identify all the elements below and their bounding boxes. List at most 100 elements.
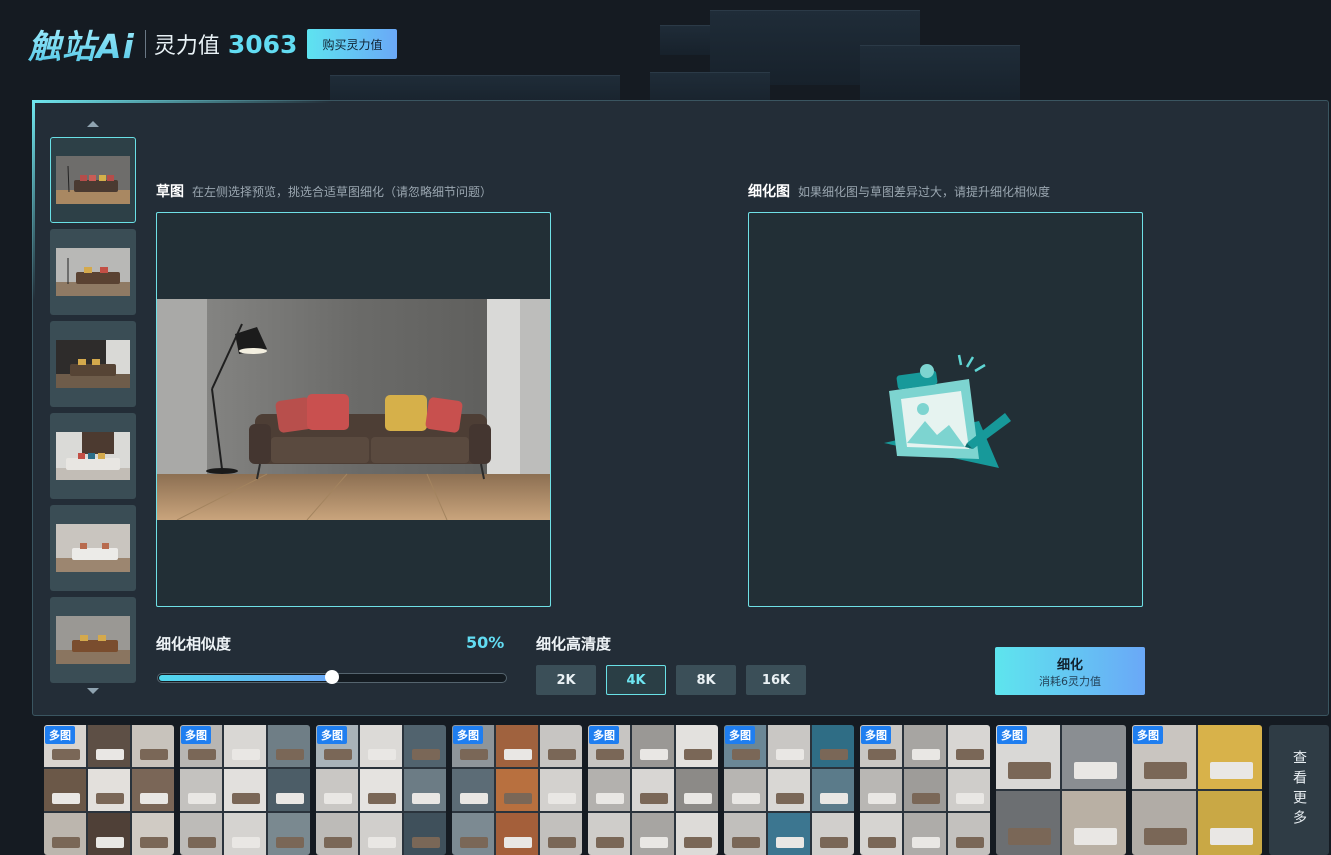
gallery-cell-image [540,769,582,811]
gallery-cell-image [180,813,222,855]
refine-button[interactable]: 细化 消耗6灵力值 [995,647,1145,695]
similarity-value: 50% [466,633,505,652]
similarity-slider[interactable] [157,670,507,684]
gallery-cell-image [676,769,718,811]
gallery-card[interactable]: 多图 [1132,725,1262,855]
gallery-cell-image [44,769,86,811]
gallery-card[interactable]: 多图 [316,725,446,855]
gallery-cell-image [88,725,130,767]
resolution-label: 细化高清度 [536,635,612,653]
gallery-cell-image [724,813,766,855]
gallery-cell-image [44,813,86,855]
sketch-thumbnail[interactable] [50,413,136,499]
gallery-cell-image [88,769,130,811]
similarity-slider-fill [159,675,333,681]
app-logo: 触站Ai [28,20,135,68]
gallery-card[interactable]: 多图 [180,725,310,855]
sketch-preview-frame [156,212,551,607]
gallery-cell-image [1132,791,1196,855]
sketch-title-row: 草图 在左侧选择预览，挑选合适草图细化（请忽略细节问题） [156,181,492,201]
gallery-cell-image [404,813,446,855]
gallery-cell-image [360,813,402,855]
resolution-option-16k[interactable]: 16K [746,665,806,695]
gallery-cell-image [540,813,582,855]
sofa-thumbnail-image [56,616,130,664]
gallery-cell-image [768,813,810,855]
gallery-cell-image [268,725,310,767]
gallery-cell-image [1198,791,1262,855]
view-more-label: 查看更多 [1291,750,1307,830]
buy-power-button[interactable]: 购买灵力值 [307,29,398,59]
gallery-cell-image [588,769,630,811]
refined-preview-frame [748,212,1143,607]
gallery-cell-image [860,769,902,811]
sketch-thumbnail[interactable] [50,321,136,407]
gallery-cell-image [132,769,174,811]
gallery-cell-image [812,769,854,811]
gallery-cell-image [132,725,174,767]
gallery-cell-image [1062,725,1126,789]
empty-image-placeholder-icon [879,351,1014,475]
scroll-up-arrow-icon[interactable] [87,121,101,129]
main-panel: 草图 在左侧选择预览，挑选合适草图细化（请忽略细节问题） 细化图 如果细化图与草… [32,100,1329,716]
gallery-cell-image [996,791,1060,855]
gallery-card[interactable]: 多图 [724,725,854,855]
gallery-cell-image [676,813,718,855]
gallery-cell-image [860,813,902,855]
multi-image-badge: 多图 [997,726,1027,744]
gallery-cell-image [404,725,446,767]
gallery-cell-image [496,813,538,855]
gallery-cell-image [224,725,266,767]
refine-button-label: 细化 [1056,657,1083,673]
gallery-card[interactable]: 多图 [452,725,582,855]
gallery-cell-image [904,769,946,811]
resolution-option-4k[interactable]: 4K [606,665,666,695]
view-more-button[interactable]: 查看更多 [1269,725,1329,855]
refine-button-cost: 消耗6灵力值 [1039,674,1101,688]
resolution-option-2k[interactable]: 2K [536,665,596,695]
gallery-card[interactable]: 多图 [588,725,718,855]
similarity-slider-handle[interactable] [325,670,339,684]
sofa-thumbnail-image [56,156,130,204]
refined-hint: 如果细化图与草图差异过大，请提升细化相似度 [798,185,1051,199]
gallery-cell-image [948,725,990,767]
gallery-cell-image [1062,791,1126,855]
sketch-thumbnail[interactable] [50,505,136,591]
sketch-thumbnail[interactable] [50,137,136,223]
history-gallery-strip: 多图 多图 多图 多图 多图 多图 多图 多图 多图 [44,725,1274,855]
gallery-cell-image [948,813,990,855]
sketch-thumbnail[interactable] [50,229,136,315]
header-divider [144,30,146,58]
gallery-cell-image [404,769,446,811]
gallery-cell-image [360,769,402,811]
power-label: 灵力值 [153,34,220,59]
gallery-card[interactable]: 多图 [44,725,174,855]
sketch-title: 草图 [156,184,184,200]
sketch-thumbnail-list [50,137,138,689]
gallery-cell-image [904,725,946,767]
multi-image-badge: 多图 [861,726,891,744]
resolution-option-8k[interactable]: 8K [676,665,736,695]
sketch-preview-image [157,299,550,520]
gallery-cell-image [768,725,810,767]
gallery-card[interactable]: 多图 [996,725,1126,855]
gallery-cell-image [1198,725,1262,789]
gallery-cell-image [452,769,494,811]
gallery-cell-image [676,725,718,767]
gallery-cell-image [180,769,222,811]
gallery-cell-image [268,769,310,811]
sofa-thumbnail-image [56,340,130,388]
app-header: 触站Ai 灵力值 3063 购买灵力值 [28,24,398,66]
gallery-cell-image [132,813,174,855]
scroll-down-arrow-icon[interactable] [87,688,101,696]
gallery-cell-image [540,725,582,767]
gallery-cell-image [632,769,674,811]
multi-image-badge: 多图 [453,726,483,744]
gallery-cell-image [632,725,674,767]
gallery-cell-image [452,813,494,855]
sketch-thumbnail[interactable] [50,597,136,683]
gallery-cell-image [768,769,810,811]
gallery-card[interactable]: 多图 [860,725,990,855]
gallery-cell-image [724,769,766,811]
multi-image-badge: 多图 [589,726,619,744]
